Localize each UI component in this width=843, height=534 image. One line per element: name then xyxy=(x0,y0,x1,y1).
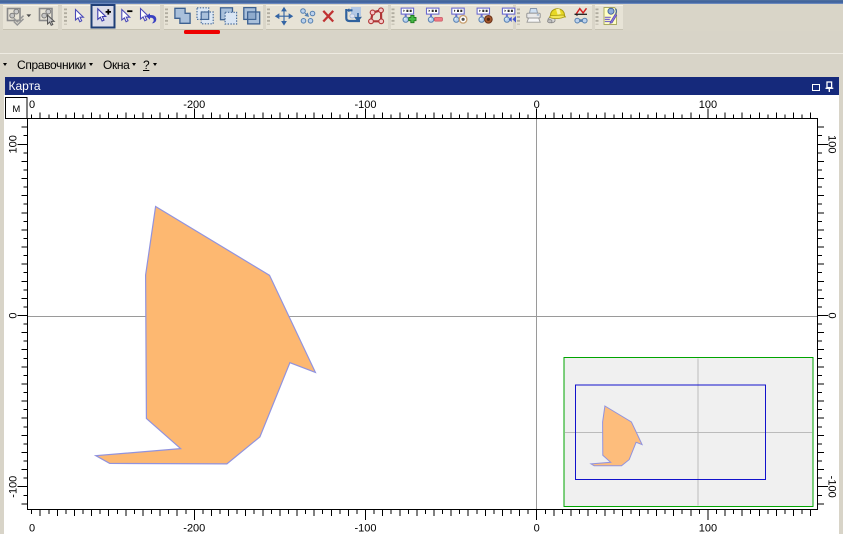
svg-text:100: 100 xyxy=(7,135,19,153)
svg-text:-100: -100 xyxy=(826,476,838,498)
svg-text:М: М xyxy=(12,104,20,115)
svg-text:-200: -200 xyxy=(183,99,205,111)
svg-text:-100: -100 xyxy=(354,523,376,534)
svg-text:-100: -100 xyxy=(354,99,376,111)
svg-text:0: 0 xyxy=(534,523,540,534)
svg-text:0: 0 xyxy=(29,99,35,111)
svg-text:0: 0 xyxy=(29,523,35,534)
svg-text:100: 100 xyxy=(699,523,717,534)
svg-text:100: 100 xyxy=(826,135,838,153)
svg-text:-200: -200 xyxy=(183,523,205,534)
svg-text:-100: -100 xyxy=(7,476,19,498)
svg-text:0: 0 xyxy=(7,312,19,318)
svg-text:100: 100 xyxy=(699,99,717,111)
svg-text:0: 0 xyxy=(534,99,540,111)
svg-text:0: 0 xyxy=(826,312,838,318)
